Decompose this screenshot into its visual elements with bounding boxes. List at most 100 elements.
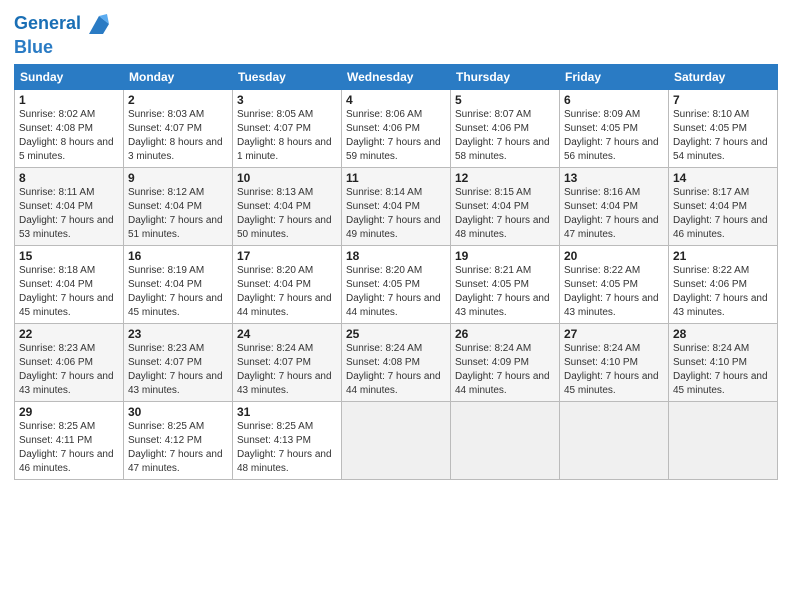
day-number: 1 xyxy=(19,93,119,107)
day-info: Sunrise: 8:18 AMSunset: 4:04 PMDaylight:… xyxy=(19,264,119,320)
day-info: Sunrise: 8:24 AMSunset: 4:08 PMDaylight:… xyxy=(346,342,446,398)
day-number: 31 xyxy=(237,405,337,419)
calendar-cell: 4Sunrise: 8:06 AMSunset: 4:06 PMDaylight… xyxy=(342,89,451,167)
day-number: 17 xyxy=(237,249,337,263)
day-number: 8 xyxy=(19,171,119,185)
calendar-cell: 3Sunrise: 8:05 AMSunset: 4:07 PMDaylight… xyxy=(233,89,342,167)
calendar-cell: 6Sunrise: 8:09 AMSunset: 4:05 PMDaylight… xyxy=(560,89,669,167)
day-number: 28 xyxy=(673,327,773,341)
day-info: Sunrise: 8:13 AMSunset: 4:04 PMDaylight:… xyxy=(237,186,337,242)
day-number: 19 xyxy=(455,249,555,263)
calendar-cell: 26Sunrise: 8:24 AMSunset: 4:09 PMDayligh… xyxy=(451,323,560,401)
logo-icon xyxy=(85,10,113,38)
day-info: Sunrise: 8:12 AMSunset: 4:04 PMDaylight:… xyxy=(128,186,228,242)
calendar-cell: 18Sunrise: 8:20 AMSunset: 4:05 PMDayligh… xyxy=(342,245,451,323)
day-info: Sunrise: 8:24 AMSunset: 4:09 PMDaylight:… xyxy=(455,342,555,398)
calendar-cell: 9Sunrise: 8:12 AMSunset: 4:04 PMDaylight… xyxy=(124,167,233,245)
calendar-header-tuesday: Tuesday xyxy=(233,64,342,89)
calendar-week-5: 29Sunrise: 8:25 AMSunset: 4:11 PMDayligh… xyxy=(15,401,778,479)
calendar-header-wednesday: Wednesday xyxy=(342,64,451,89)
calendar-week-3: 15Sunrise: 8:18 AMSunset: 4:04 PMDayligh… xyxy=(15,245,778,323)
calendar-cell: 20Sunrise: 8:22 AMSunset: 4:05 PMDayligh… xyxy=(560,245,669,323)
calendar-cell: 13Sunrise: 8:16 AMSunset: 4:04 PMDayligh… xyxy=(560,167,669,245)
day-number: 3 xyxy=(237,93,337,107)
calendar-cell: 5Sunrise: 8:07 AMSunset: 4:06 PMDaylight… xyxy=(451,89,560,167)
calendar-cell: 1Sunrise: 8:02 AMSunset: 4:08 PMDaylight… xyxy=(15,89,124,167)
day-number: 22 xyxy=(19,327,119,341)
calendar-cell: 17Sunrise: 8:20 AMSunset: 4:04 PMDayligh… xyxy=(233,245,342,323)
day-info: Sunrise: 8:24 AMSunset: 4:07 PMDaylight:… xyxy=(237,342,337,398)
day-number: 26 xyxy=(455,327,555,341)
day-number: 24 xyxy=(237,327,337,341)
day-info: Sunrise: 8:06 AMSunset: 4:06 PMDaylight:… xyxy=(346,108,446,164)
day-number: 30 xyxy=(128,405,228,419)
calendar-cell: 24Sunrise: 8:24 AMSunset: 4:07 PMDayligh… xyxy=(233,323,342,401)
calendar-cell: 27Sunrise: 8:24 AMSunset: 4:10 PMDayligh… xyxy=(560,323,669,401)
calendar-cell: 21Sunrise: 8:22 AMSunset: 4:06 PMDayligh… xyxy=(669,245,778,323)
day-number: 2 xyxy=(128,93,228,107)
day-number: 13 xyxy=(564,171,664,185)
day-info: Sunrise: 8:23 AMSunset: 4:07 PMDaylight:… xyxy=(128,342,228,398)
day-number: 23 xyxy=(128,327,228,341)
calendar-cell: 30Sunrise: 8:25 AMSunset: 4:12 PMDayligh… xyxy=(124,401,233,479)
day-number: 9 xyxy=(128,171,228,185)
day-number: 14 xyxy=(673,171,773,185)
day-info: Sunrise: 8:07 AMSunset: 4:06 PMDaylight:… xyxy=(455,108,555,164)
day-info: Sunrise: 8:20 AMSunset: 4:04 PMDaylight:… xyxy=(237,264,337,320)
calendar-cell: 8Sunrise: 8:11 AMSunset: 4:04 PMDaylight… xyxy=(15,167,124,245)
day-number: 7 xyxy=(673,93,773,107)
logo: General Blue xyxy=(14,10,113,58)
calendar-header-row: SundayMondayTuesdayWednesdayThursdayFrid… xyxy=(15,64,778,89)
calendar-cell: 22Sunrise: 8:23 AMSunset: 4:06 PMDayligh… xyxy=(15,323,124,401)
day-info: Sunrise: 8:20 AMSunset: 4:05 PMDaylight:… xyxy=(346,264,446,320)
calendar-cell: 16Sunrise: 8:19 AMSunset: 4:04 PMDayligh… xyxy=(124,245,233,323)
calendar-week-2: 8Sunrise: 8:11 AMSunset: 4:04 PMDaylight… xyxy=(15,167,778,245)
day-info: Sunrise: 8:21 AMSunset: 4:05 PMDaylight:… xyxy=(455,264,555,320)
calendar-week-1: 1Sunrise: 8:02 AMSunset: 4:08 PMDaylight… xyxy=(15,89,778,167)
calendar-cell: 19Sunrise: 8:21 AMSunset: 4:05 PMDayligh… xyxy=(451,245,560,323)
day-info: Sunrise: 8:22 AMSunset: 4:06 PMDaylight:… xyxy=(673,264,773,320)
day-info: Sunrise: 8:16 AMSunset: 4:04 PMDaylight:… xyxy=(564,186,664,242)
day-info: Sunrise: 8:25 AMSunset: 4:11 PMDaylight:… xyxy=(19,420,119,476)
day-number: 11 xyxy=(346,171,446,185)
day-info: Sunrise: 8:02 AMSunset: 4:08 PMDaylight:… xyxy=(19,108,119,164)
day-number: 12 xyxy=(455,171,555,185)
day-number: 6 xyxy=(564,93,664,107)
calendar-table: SundayMondayTuesdayWednesdayThursdayFrid… xyxy=(14,64,778,480)
day-number: 4 xyxy=(346,93,446,107)
day-info: Sunrise: 8:11 AMSunset: 4:04 PMDaylight:… xyxy=(19,186,119,242)
calendar-header-thursday: Thursday xyxy=(451,64,560,89)
calendar-cell: 29Sunrise: 8:25 AMSunset: 4:11 PMDayligh… xyxy=(15,401,124,479)
calendar-cell: 2Sunrise: 8:03 AMSunset: 4:07 PMDaylight… xyxy=(124,89,233,167)
calendar-cell: 25Sunrise: 8:24 AMSunset: 4:08 PMDayligh… xyxy=(342,323,451,401)
day-number: 18 xyxy=(346,249,446,263)
day-info: Sunrise: 8:24 AMSunset: 4:10 PMDaylight:… xyxy=(673,342,773,398)
page-container: General Blue SundayMondayTuesdayWednesda… xyxy=(0,0,792,490)
day-number: 21 xyxy=(673,249,773,263)
day-info: Sunrise: 8:15 AMSunset: 4:04 PMDaylight:… xyxy=(455,186,555,242)
calendar-cell xyxy=(451,401,560,479)
day-number: 29 xyxy=(19,405,119,419)
day-info: Sunrise: 8:25 AMSunset: 4:12 PMDaylight:… xyxy=(128,420,228,476)
calendar-header-monday: Monday xyxy=(124,64,233,89)
day-info: Sunrise: 8:19 AMSunset: 4:04 PMDaylight:… xyxy=(128,264,228,320)
logo-text-general: General xyxy=(14,14,81,34)
calendar-header-sunday: Sunday xyxy=(15,64,124,89)
day-info: Sunrise: 8:09 AMSunset: 4:05 PMDaylight:… xyxy=(564,108,664,164)
calendar-cell xyxy=(560,401,669,479)
calendar-cell: 15Sunrise: 8:18 AMSunset: 4:04 PMDayligh… xyxy=(15,245,124,323)
calendar-cell xyxy=(342,401,451,479)
calendar-week-4: 22Sunrise: 8:23 AMSunset: 4:06 PMDayligh… xyxy=(15,323,778,401)
day-number: 10 xyxy=(237,171,337,185)
day-number: 27 xyxy=(564,327,664,341)
logo-text-blue: Blue xyxy=(14,38,113,58)
day-number: 5 xyxy=(455,93,555,107)
day-info: Sunrise: 8:23 AMSunset: 4:06 PMDaylight:… xyxy=(19,342,119,398)
calendar-cell: 12Sunrise: 8:15 AMSunset: 4:04 PMDayligh… xyxy=(451,167,560,245)
day-info: Sunrise: 8:03 AMSunset: 4:07 PMDaylight:… xyxy=(128,108,228,164)
calendar-header-saturday: Saturday xyxy=(669,64,778,89)
calendar-cell: 7Sunrise: 8:10 AMSunset: 4:05 PMDaylight… xyxy=(669,89,778,167)
day-number: 20 xyxy=(564,249,664,263)
calendar-cell: 14Sunrise: 8:17 AMSunset: 4:04 PMDayligh… xyxy=(669,167,778,245)
calendar-cell xyxy=(669,401,778,479)
